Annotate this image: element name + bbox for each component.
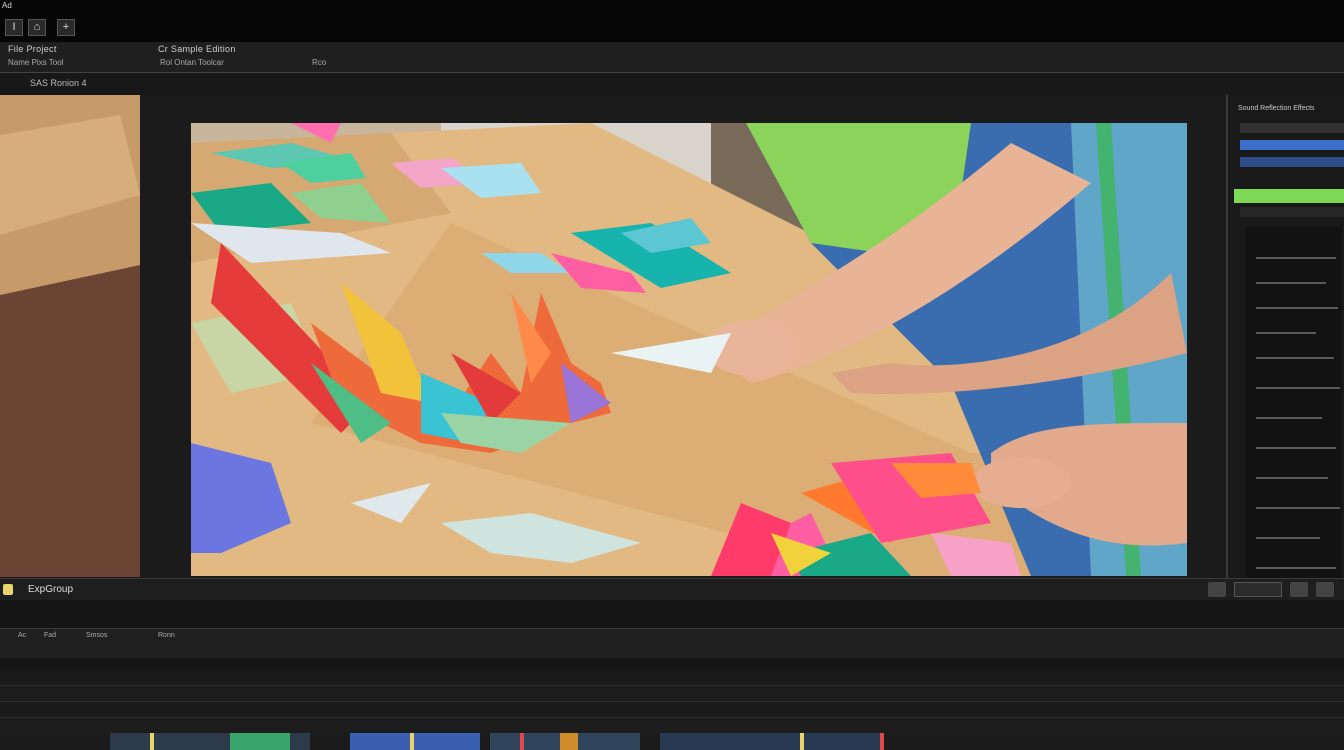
timeline-header: Ac Fad Smsos Ronn: [0, 628, 1344, 659]
viewer-status-bar: ExpGroup: [0, 578, 1344, 601]
title-bar: Ad I ⌂ +: [0, 0, 1344, 42]
add-button[interactable]: +: [57, 19, 75, 36]
panel-row-selected[interactable]: [1240, 140, 1344, 150]
color-swatch[interactable]: [3, 584, 13, 595]
plus-icon: +: [62, 21, 70, 33]
playback-button-1[interactable]: [1208, 582, 1226, 597]
submenu-text-2[interactable]: Rol Ontan Toolcar: [160, 58, 224, 67]
menu-item-file[interactable]: File Project: [8, 44, 57, 54]
tab-sequence[interactable]: SAS Ronion 4: [30, 78, 87, 88]
timeline-header-label-3[interactable]: Smsos: [86, 632, 107, 639]
effects-panel: Sound Reflection Effects: [1226, 95, 1344, 667]
timeline-header-label-2[interactable]: Fad: [44, 632, 56, 639]
panel-row-3[interactable]: [1240, 157, 1344, 167]
timeline-header-label-1[interactable]: Ac: [18, 632, 26, 639]
timeline-ruler[interactable]: [0, 658, 1344, 670]
menu-bar: File Project Cr Sample Edition Name Pixs…: [0, 42, 1344, 73]
group-label: ExpGroup: [28, 584, 74, 595]
panel-row-1[interactable]: [1240, 123, 1344, 133]
playback-button-2[interactable]: [1290, 582, 1308, 597]
playback-button-3[interactable]: [1316, 582, 1334, 597]
source-thumbnail[interactable]: [0, 95, 140, 577]
menu-item-edition[interactable]: Cr Sample Edition: [158, 44, 236, 54]
submenu-text-1[interactable]: Name Pixs Tool: [8, 58, 63, 67]
timeline-header-label-4[interactable]: Ronn: [158, 632, 175, 639]
panel-title: Sound Reflection Effects: [1238, 105, 1315, 112]
panel-row-green[interactable]: [1234, 189, 1344, 203]
window-title: Ad: [2, 1, 12, 10]
track-row[interactable]: [0, 718, 1344, 734]
timecode-field[interactable]: [1234, 582, 1282, 597]
tool-button-1[interactable]: I: [5, 19, 23, 36]
track-row[interactable]: [0, 702, 1344, 718]
divider-band: [0, 600, 1344, 628]
panel-row-5[interactable]: [1240, 207, 1344, 217]
track-row[interactable]: [0, 670, 1344, 686]
home-icon: ⌂: [33, 21, 41, 33]
color-clip-track[interactable]: [0, 733, 1344, 750]
submenu-text-3[interactable]: Rco: [312, 58, 326, 67]
tab-bar: SAS Ronion 4: [0, 73, 1344, 95]
video-frame[interactable]: [191, 123, 1187, 576]
track-row[interactable]: [0, 686, 1344, 702]
home-button[interactable]: ⌂: [28, 19, 46, 36]
